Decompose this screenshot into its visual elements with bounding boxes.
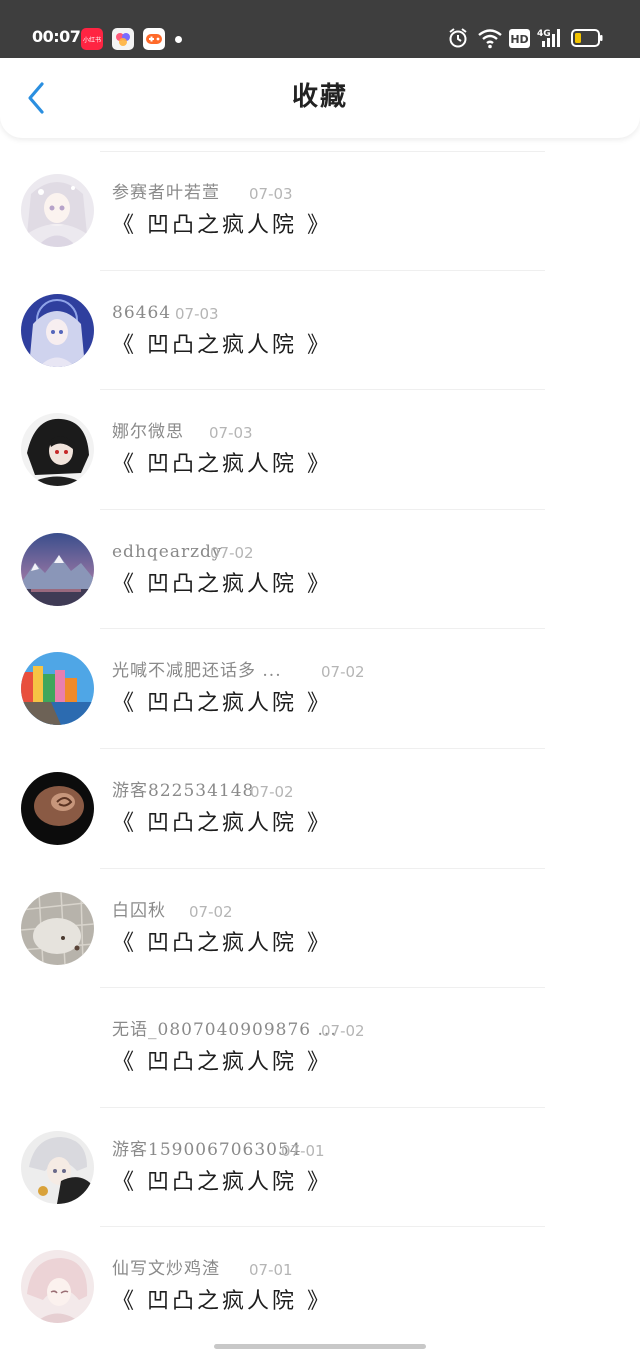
book-title: 《 凹凸之疯人院 》 [112,332,332,358]
header-bar: 收藏 [0,58,640,138]
avatar[interactable] [21,771,94,845]
home-indicator [214,1344,426,1349]
book-title: 《 凹凸之疯人院 》 [112,1050,332,1076]
list-item[interactable]: edhqearzdy 07-02 《 凹凸之疯人院 》 [0,510,640,630]
photo-app-icon [112,28,134,50]
avatar[interactable] [21,891,94,965]
hd-icon: HD [509,29,530,52]
book-title: 《 凹凸之疯人院 》 [112,1169,332,1195]
book-title: 《 凹凸之疯人院 》 [112,571,332,597]
user-name: 游客822534148 [112,780,255,801]
item-date: 07-02 [189,902,233,921]
item-date: 07-01 [249,1261,293,1280]
avatar[interactable] [21,293,94,367]
item-date: 07-02 [210,543,254,562]
wifi-icon [477,26,503,54]
item-date: 07-03 [209,424,253,443]
book-title: 《 凹凸之疯人院 》 [112,691,332,717]
list-item[interactable]: 游客822534148 07-02 《 凹凸之疯人院 》 [0,749,640,869]
avatar[interactable] [21,174,94,247]
status-time: 00:07 [32,27,81,46]
list-item[interactable]: 白囚秋 07-02 《 凹凸之疯人院 》 [0,869,640,989]
list-item[interactable]: 仙写文炒鸡渣 07-01 《 凹凸之疯人院 》 [0,1227,640,1347]
user-name: edhqearzdy [112,541,223,562]
avatar[interactable] [21,1130,94,1204]
item-date: 07-02 [250,782,294,801]
user-name: 仙写文炒鸡渣 [112,1259,220,1280]
user-name: 游客1590067063054 [112,1139,302,1160]
page-title: 收藏 [291,82,348,112]
user-name: 86464 [112,302,172,323]
status-bar: 00:07 小红书 HD 4G [0,0,640,58]
book-title: 《 凹凸之疯人院 》 [112,810,332,836]
item-date: 07-03 [175,304,219,323]
item-date: 07-02 [321,1022,365,1041]
item-date: 07-03 [249,185,293,203]
svg-text:4G: 4G [537,29,551,39]
game-app-icon [143,28,165,50]
favorites-list: 参赛者叶若萱 07-03 《 凹凸之疯人院 》 86464 07-03 《 凹凸… [0,151,640,1347]
user-name: 无语_0807040909876 ... [112,1020,337,1041]
user-name: 光喊不减肥还话多 ... [112,661,282,682]
book-title: 《 凹凸之疯人院 》 [112,930,332,956]
4g-signal-icon: 4G [537,26,565,54]
avatar[interactable] [21,1250,94,1324]
user-name: 参赛者叶若萱 [112,183,220,203]
avatar[interactable] [21,652,94,726]
list-item[interactable]: 无语_0807040909876 ... 07-02 《 凹凸之疯人院 》 [0,988,640,1108]
book-title: 《 凹凸之疯人院 》 [112,452,332,478]
notification-dot [175,36,182,43]
book-title: 《 凹凸之疯人院 》 [112,1289,332,1315]
list-item[interactable]: 光喊不减肥还话多 ... 07-02 《 凹凸之疯人院 》 [0,629,640,749]
avatar[interactable] [21,532,94,606]
user-name: 娜尔微思 [112,422,184,443]
book-title: 《 凹凸之疯人院 》 [112,213,332,238]
list-item[interactable]: 娜尔微思 07-03 《 凹凸之疯人院 》 [0,390,640,510]
item-date: 07-02 [321,663,365,682]
item-date: 07-01 [281,1141,325,1160]
battery-icon [571,29,603,52]
list-item[interactable]: 游客1590067063054 07-01 《 凹凸之疯人院 》 [0,1108,640,1228]
avatar[interactable] [21,413,94,487]
xiaohongshu-app-icon: 小红书 [81,28,103,50]
svg-text:HD: HD [510,33,528,46]
alarm-icon [447,26,469,54]
svg-text:小红书: 小红书 [83,36,101,44]
user-name: 白囚秋 [112,900,166,921]
list-item[interactable]: 参赛者叶若萱 07-03 《 凹凸之疯人院 》 [0,151,640,271]
list-item[interactable]: 86464 07-03 《 凹凸之疯人院 》 [0,271,640,391]
